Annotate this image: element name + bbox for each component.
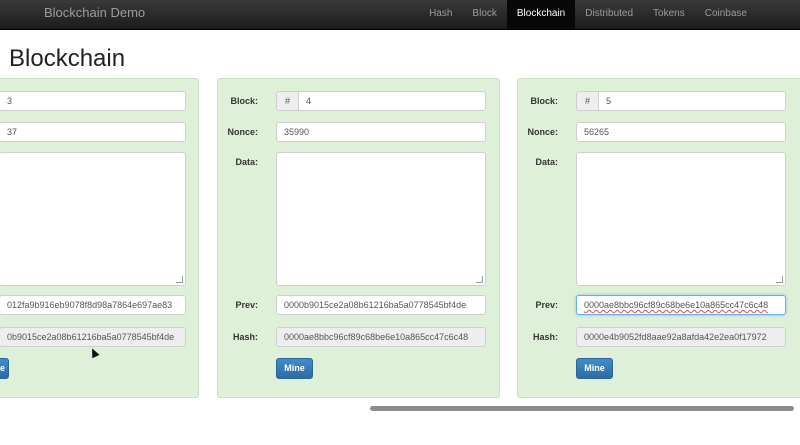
nav-item-tokens[interactable]: Tokens bbox=[643, 0, 695, 29]
block-panel-4: Block: # 4 Nonce: 35990 Data: Prev: 0000… bbox=[217, 78, 500, 398]
hash-label: Hash: bbox=[232, 332, 258, 342]
nonce-field[interactable]: 56265 bbox=[576, 122, 786, 142]
nav-item-blockchain[interactable]: Blockchain bbox=[506, 0, 576, 29]
block-panel-5: Block: # 5 Nonce: 56265 Data: Prev: 0000… bbox=[517, 78, 800, 398]
block-number-field[interactable]: 3 bbox=[0, 91, 186, 111]
prev-hash-field[interactable]: 012fa9b916eb9078f8d98a7864e697ae83 bbox=[0, 295, 186, 315]
resize-handle-icon[interactable] bbox=[176, 276, 183, 283]
data-label: Data: bbox=[235, 157, 258, 167]
brand-title[interactable]: Blockchain Demo bbox=[44, 5, 145, 20]
prev-hash-field[interactable]: 0000b9015ce2a08b61216ba5a0778545bf4de bbox=[276, 295, 486, 315]
mine-button[interactable]: Mine bbox=[576, 358, 613, 379]
hash-field: 0000ae8bbc96cf89c68be6e10a865cc47c6c48 bbox=[276, 327, 486, 347]
block-label: Block: bbox=[530, 96, 558, 106]
nav-menu: Hash Block Blockchain Distributed Tokens… bbox=[419, 0, 757, 29]
mine-button[interactable]: ne bbox=[0, 358, 9, 379]
nav-item-block[interactable]: Block bbox=[462, 0, 506, 29]
resize-handle-icon[interactable] bbox=[476, 276, 483, 283]
prev-hash-field[interactable]: 0000ae8bbc96cf89c68be6e10a865cc47c6c48 bbox=[576, 295, 786, 315]
hash-label: Hash: bbox=[532, 332, 558, 342]
block-number-field[interactable]: 5 bbox=[598, 91, 786, 111]
mine-button[interactable]: Mine bbox=[276, 358, 313, 379]
nav-item-hash[interactable]: Hash bbox=[419, 0, 462, 29]
hash-field: 0000e4b9052fd8aae92a8afda42e2ea0f17972 bbox=[576, 327, 786, 347]
nonce-label: Nonce: bbox=[227, 127, 258, 137]
prev-label: Prev: bbox=[535, 300, 558, 310]
nav-item-distributed[interactable]: Distributed bbox=[575, 0, 643, 29]
hash-symbol-addon: # bbox=[276, 91, 298, 111]
block-number-field[interactable]: 4 bbox=[298, 91, 486, 111]
hash-symbol-addon: # bbox=[576, 91, 598, 111]
horizontal-scrollbar[interactable] bbox=[370, 406, 794, 411]
prev-label: Prev: bbox=[235, 300, 258, 310]
data-label: Data: bbox=[535, 157, 558, 167]
top-navbar: Blockchain Demo Hash Block Blockchain Di… bbox=[0, 0, 800, 30]
data-textarea[interactable] bbox=[0, 152, 186, 286]
hash-field: 0b9015ce2a08b61216ba5a0778545bf4de bbox=[0, 327, 186, 347]
data-textarea[interactable] bbox=[576, 152, 786, 286]
block-panel-3: 3 37 012fa9b916eb9078f8d98a7864e697ae83 … bbox=[0, 78, 199, 398]
resize-handle-icon[interactable] bbox=[776, 276, 783, 283]
data-textarea[interactable] bbox=[276, 152, 486, 286]
block-label: Block: bbox=[230, 96, 258, 106]
page-title: Blockchain bbox=[9, 45, 126, 72]
nav-item-coinbase[interactable]: Coinbase bbox=[695, 0, 757, 29]
nonce-label: Nonce: bbox=[527, 127, 558, 137]
nonce-field[interactable]: 35990 bbox=[276, 122, 486, 142]
nonce-field[interactable]: 37 bbox=[0, 122, 186, 142]
